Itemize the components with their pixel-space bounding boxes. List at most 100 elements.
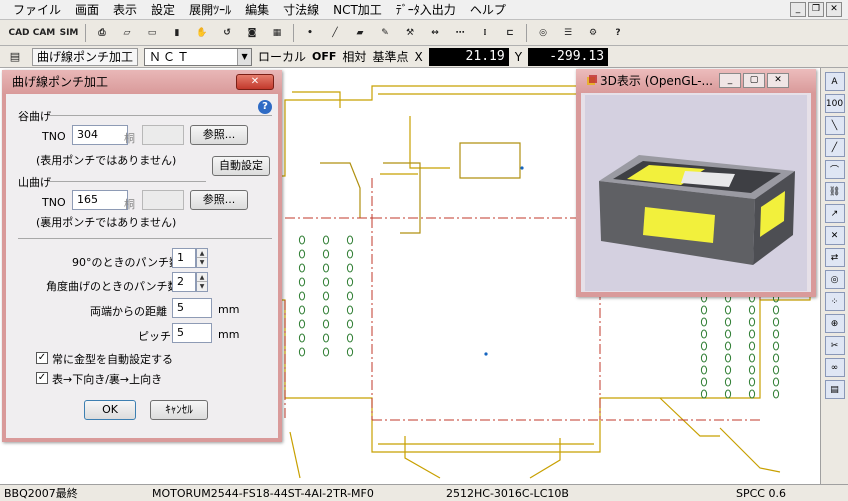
off-label[interactable]: OFF [312,50,336,63]
cad-import-icon[interactable]: CAD [8,23,30,43]
menu-help[interactable]: ヘルプ [463,0,513,20]
menu-view[interactable]: 表示 [106,0,144,20]
valley-ref-button[interactable]: 参照... [190,125,248,145]
punch-hole [346,291,354,301]
divider [48,115,272,116]
link-icon[interactable]: ⛓ [824,182,845,201]
rotate-icon[interactable]: ↺ [216,23,238,43]
angle-punch-stepper[interactable]: ▲ ▼ [196,272,208,292]
swap-icon[interactable]: ⇄ [824,248,845,267]
valley-tno-input[interactable]: 304 [72,125,128,145]
edge-distance-input[interactable]: 5 [172,298,212,318]
help-icon[interactable]: ? [258,100,272,114]
menu-file[interactable]: ファイル [6,0,68,20]
pattern-icon[interactable]: ▦ [266,23,288,43]
3d-viewport[interactable] [585,95,807,291]
close-icon[interactable]: ✕ [236,74,274,90]
mode-button[interactable]: 曲げ線ポンチ加工 [32,47,139,66]
auto-tool-checkbox[interactable]: ✓ [36,352,48,364]
layer-icon[interactable]: ☰ [557,23,579,43]
angle-punch-input[interactable]: 2 [172,272,196,292]
help-icon[interactable]: ? [607,23,629,43]
eraser-icon[interactable]: ▱ [116,23,138,43]
punch-hole [298,305,306,315]
direction-checkbox[interactable]: ✓ [36,372,48,384]
punch-hole [322,249,330,259]
color-icon[interactable]: ▰ [349,23,371,43]
settings-icon[interactable]: ⚙ [582,23,604,43]
dimension-icon[interactable]: ↔ [424,23,446,43]
menu-settings[interactable]: 設定 [144,0,182,20]
close-icon[interactable]: ✕ [767,73,789,88]
line-icon[interactable]: ╱ [324,23,346,43]
pen-icon[interactable]: ✎ [374,23,396,43]
mountain-ref-button[interactable]: 参照... [190,190,248,210]
3d-window-controls: _ ▢ ✕ [719,73,789,88]
auto-set-button[interactable]: 自動設定 [212,156,270,176]
chevron-up-icon[interactable]: ▲ [197,273,207,282]
line-icon[interactable]: ╲ [824,116,845,135]
frame-icon[interactable]: ⊏ [499,23,521,43]
menu-dimension[interactable]: 寸法線 [276,0,326,20]
print-icon[interactable]: ⎙ [91,23,113,43]
hand-icon[interactable]: ✋ [191,23,213,43]
sim-icon[interactable]: SIM [58,23,80,43]
rectangle-icon[interactable]: ▭ [141,23,163,43]
base-point-label[interactable]: 基準点 [372,48,408,65]
cam-icon[interactable]: CAM [33,23,56,43]
tool-icon[interactable]: ⚒ [399,23,421,43]
menu-edit[interactable]: 編集 [238,0,276,20]
grid-icon[interactable]: ⋯ [449,23,471,43]
punch-hole [346,333,354,343]
save-icon[interactable]: ▤ [4,47,26,67]
punch-hole [724,341,732,351]
punch90-input[interactable]: 1 [172,248,196,268]
cancel-button[interactable]: ｷｬﾝｾﾙ [150,400,208,420]
relative-label[interactable]: 相対 [342,48,366,65]
punch-hole [322,347,330,357]
menu-nct[interactable]: NCT加工 [326,0,389,20]
menu-unfold-tools[interactable]: 展開ﾂｰﾙ [182,0,238,20]
node-icon[interactable]: ⊕ [824,314,845,333]
punch90-stepper[interactable]: ▲ ▼ [196,248,208,268]
close-x-icon[interactable]: ✕ [824,226,845,245]
punch-icon[interactable]: ◙ [241,23,263,43]
nct-select[interactable]: ＮＣＴ ▼ [144,47,253,66]
maximize-icon[interactable]: ▢ [743,73,765,88]
chevron-up-icon[interactable]: ▲ [197,249,207,258]
pitch-unit: mm [218,328,240,341]
color-dots-icon[interactable]: ⁘ [824,292,845,311]
doc-icon[interactable]: ▤ [824,380,845,399]
mountain-tno-label: TNO [42,196,66,209]
ok-button[interactable]: OK [84,400,136,420]
array-icon[interactable]: ⁞ [474,23,496,43]
local-label[interactable]: ローカル [258,48,306,65]
menu-screen[interactable]: 画面 [68,0,106,20]
cut-icon[interactable]: ✂ [824,336,845,355]
restore-icon[interactable]: ❐ [808,2,824,17]
punch-hole [724,353,732,363]
node-icon[interactable]: ◎ [532,23,554,43]
bend-icon[interactable]: ⌒ [824,160,845,179]
mountain-tno-input[interactable]: 165 [72,190,128,210]
punch-hole [298,347,306,357]
chevron-down-icon[interactable]: ▼ [197,282,207,291]
target-icon[interactable]: ◎ [824,270,845,289]
minimize-icon[interactable]: _ [719,73,741,88]
punch-hole [322,319,330,329]
window-controls: _ ❐ ✕ [790,2,842,17]
chevron-down-icon[interactable]: ▼ [197,258,207,267]
menu-data-io[interactable]: ﾃﾞｰﾀ入出力 [389,0,463,20]
close-icon[interactable]: ✕ [826,2,842,17]
layer-a-icon[interactable]: A [824,72,845,91]
punch-hole [772,341,780,351]
layer-100-icon[interactable]: 100 [824,94,845,113]
arrow-icon[interactable]: ↗ [824,204,845,223]
pitch-input[interactable]: 5 [172,323,212,343]
mountain-extra-input [142,190,184,210]
chain-icon[interactable]: ∞ [824,358,845,377]
point-icon[interactable]: • [299,23,321,43]
diag-line-icon[interactable]: ╱ [824,138,845,157]
minimize-icon[interactable]: _ [790,2,806,17]
fill-icon[interactable]: ▮ [166,23,188,43]
